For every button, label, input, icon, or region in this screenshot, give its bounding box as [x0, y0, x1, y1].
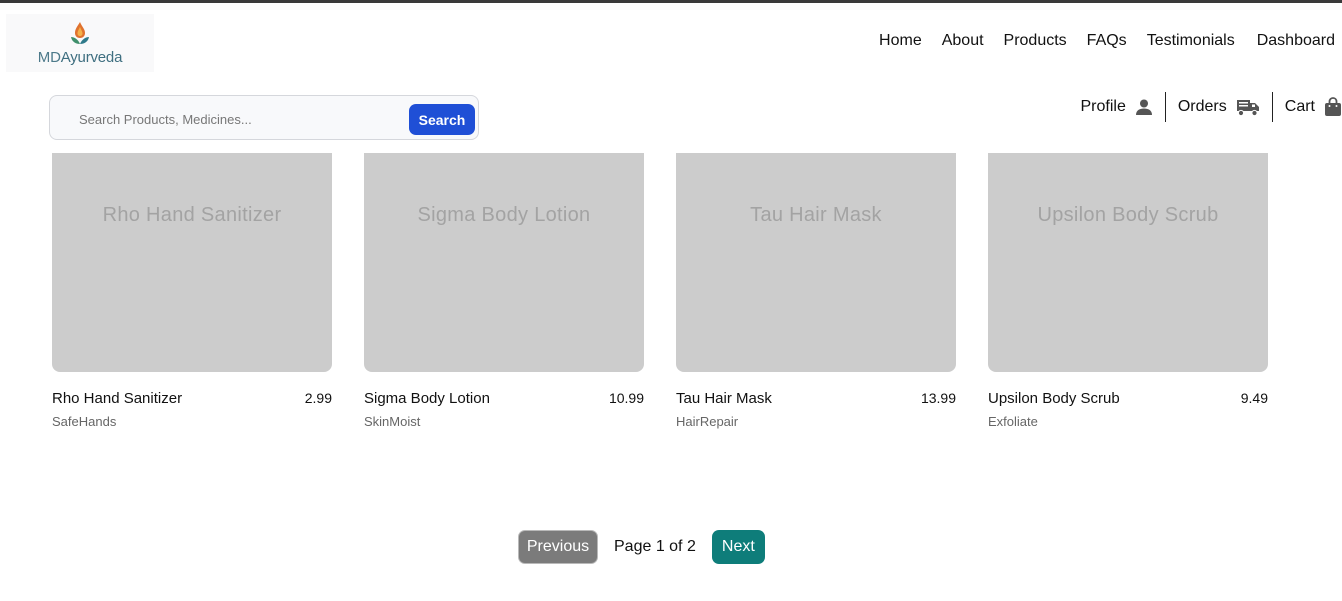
- search-bar: Search: [49, 95, 479, 140]
- profile-label: Profile: [1080, 98, 1126, 115]
- cart-link[interactable]: Cart: [1273, 92, 1342, 122]
- nav-products[interactable]: Products: [1004, 32, 1067, 50]
- product-image[interactable]: Upsilon Body Scrub: [988, 153, 1268, 372]
- logo-text: MDAyurveda: [37, 48, 123, 66]
- nav-testimonials[interactable]: Testimonials: [1147, 32, 1235, 50]
- product-name[interactable]: Rho Hand Sanitizer: [52, 390, 182, 407]
- product-brand: Exfoliate: [988, 414, 1038, 429]
- nav-faqs[interactable]: FAQs: [1087, 32, 1127, 50]
- product-card[interactable]: Rho Hand Sanitizer Rho Hand Sanitizer 2.9…: [52, 153, 332, 429]
- product-image[interactable]: Rho Hand Sanitizer: [52, 153, 332, 372]
- orders-label: Orders: [1177, 98, 1227, 115]
- product-image-text: Rho Hand Sanitizer: [102, 204, 282, 226]
- user-menu: Profile Orders Cart: [1069, 92, 1342, 122]
- pagination: Previous Page 1 of 2 Next: [518, 530, 765, 564]
- product-image-text: Tau Hair Mask: [750, 204, 882, 226]
- search-input[interactable]: [64, 106, 401, 132]
- nav-about[interactable]: About: [942, 32, 984, 50]
- product-price: 2.99: [304, 390, 332, 406]
- shopping-bag-icon: [1324, 97, 1342, 117]
- logo-suffix: Ayurveda: [60, 48, 123, 66]
- product-name[interactable]: Upsilon Body Scrub: [988, 390, 1120, 407]
- product-name[interactable]: Sigma Body Lotion: [364, 390, 490, 407]
- product-image-text: Sigma Body Lotion: [417, 204, 591, 226]
- logo-prefix: MD: [37, 48, 61, 66]
- product-brand: SkinMoist: [364, 414, 421, 429]
- user-icon: [1135, 98, 1153, 116]
- product-card[interactable]: Upsilon Body Scrub Upsilon Body Scrub 9.4…: [988, 153, 1268, 429]
- product-card[interactable]: Sigma Body Lotion Sigma Body Lotion 10.99…: [364, 153, 644, 429]
- product-name[interactable]: Tau Hair Mask: [676, 390, 772, 407]
- product-image[interactable]: Sigma Body Lotion: [364, 153, 644, 372]
- previous-button[interactable]: Previous: [518, 530, 598, 564]
- product-card[interactable]: Tau Hair Mask Tau Hair Mask 13.99 HairRep…: [676, 153, 956, 429]
- product-image[interactable]: Tau Hair Mask: [676, 153, 956, 372]
- cart-label: Cart: [1284, 98, 1315, 115]
- product-image-text: Upsilon Body Scrub: [1037, 204, 1219, 226]
- product-price: 13.99: [920, 390, 956, 406]
- product-brand: HairRepair: [676, 414, 739, 429]
- profile-link[interactable]: Profile: [1069, 92, 1153, 122]
- product-brand: SafeHands: [52, 414, 117, 429]
- nav-home[interactable]: Home: [879, 32, 922, 50]
- flame-leaf-icon: [71, 21, 89, 44]
- next-button[interactable]: Next: [711, 530, 765, 564]
- search-button[interactable]: Search: [409, 104, 475, 135]
- product-price: 10.99: [608, 390, 644, 406]
- orders-link[interactable]: Orders: [1166, 92, 1260, 122]
- truck-icon: [1236, 97, 1260, 117]
- nav-dashboard[interactable]: Dashboard: [1257, 32, 1335, 50]
- logo[interactable]: MDAyurveda: [6, 14, 154, 72]
- product-price: 9.49: [1240, 390, 1268, 406]
- top-border: [0, 0, 1342, 3]
- page-indicator: Page 1 of 2: [614, 538, 696, 555]
- main-nav: Home About Products FAQs Testimonials Da…: [859, 32, 1335, 50]
